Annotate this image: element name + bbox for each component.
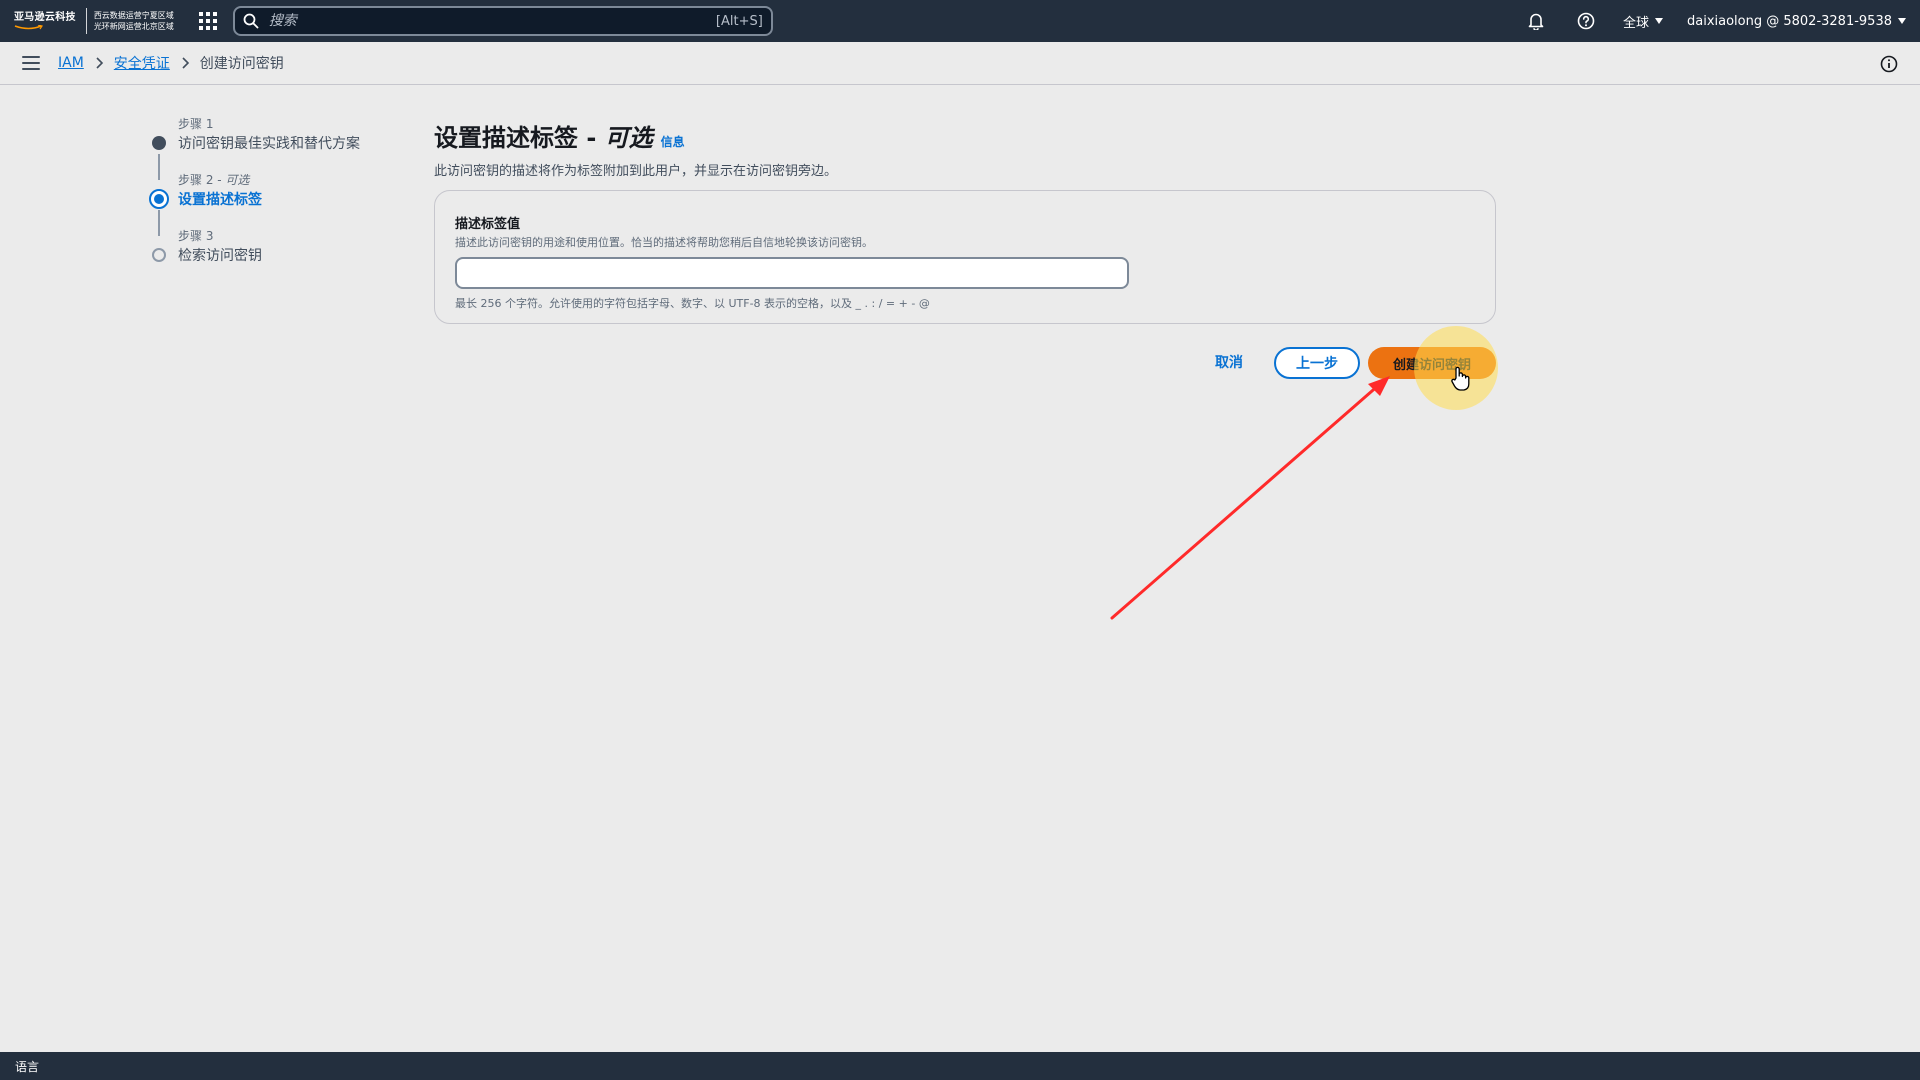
wizard-steps: 步骤 1 访问密钥最佳实践和替代方案 步骤 2 - 可选 设置描述标签 步骤 3… (149, 112, 392, 280)
description-tag-constraint: 最长 256 个字符。允许使用的字符包括字母、数字、以 UTF-8 表示的空格，… (455, 297, 930, 310)
language-selector[interactable]: 语言 (15, 1058, 39, 1075)
main-content: 设置描述标签 - 可选 信息 此访问密钥的描述将作为标签附加到此用户，并显示在访… (434, 118, 1496, 379)
step-2-title: 设置描述标签 (178, 192, 262, 208)
top-navigation-bar: 亚马逊云科技 西云数据运营宁夏区域 光环新网运营北京区域 [Alt+S] (0, 0, 1920, 42)
search-shortcut-hint: [Alt+S] (715, 13, 763, 29)
logo-text: 亚马逊云科技 (14, 12, 76, 23)
wizard-step-1: 步骤 1 访问密钥最佳实践和替代方案 (152, 112, 392, 168)
step-1-title[interactable]: 访问密钥最佳实践和替代方案 (178, 133, 360, 153)
logo-regions: 西云数据运营宁夏区域 光环新网运营北京区域 (94, 10, 174, 32)
step-2-optional: 可选 (225, 173, 250, 187)
caret-down-icon (1898, 18, 1906, 24)
page-title-text: 设置描述标签 - (434, 124, 605, 152)
description-tag-help: 描述此访问密钥的用途和使用位置。恰当的描述将帮助您稍后自信地轮换该访问密钥。 (455, 236, 873, 249)
step-3-label: 步骤 3 (178, 229, 214, 243)
smile-arrow-icon (14, 25, 43, 30)
description-tag-input[interactable] (455, 257, 1129, 289)
step-done-icon (152, 136, 166, 150)
info-panel-icon[interactable] (1880, 55, 1898, 73)
search-input[interactable] (266, 12, 716, 30)
bell-icon (1528, 13, 1544, 30)
info-link[interactable]: 信息 (661, 133, 685, 150)
page-heading: 设置描述标签 - 可选 信息 (434, 118, 1496, 153)
logo-mark: 亚马逊云科技 (14, 12, 76, 30)
page-description: 此访问密钥的描述将作为标签附加到此用户，并显示在访问密钥旁边。 (434, 164, 838, 179)
caret-down-icon (1654, 18, 1663, 24)
region-menu-label: 全球 (1622, 15, 1649, 31)
breadcrumb-iam-link[interactable]: IAM (58, 55, 84, 71)
account-menu[interactable]: daixiaolong @ 5802-3281-9538 (1687, 14, 1906, 29)
region-menu[interactable]: 全球 (1623, 12, 1663, 31)
breadcrumb-bar: IAM 安全凭证 创建访问密钥 (0, 42, 1920, 85)
wizard-step-3: 步骤 3 检索访问密钥 (152, 224, 392, 280)
chevron-right-icon (182, 57, 189, 69)
page-title-optional: 可选 (604, 124, 653, 152)
step-2-number: 步骤 2 - (178, 173, 226, 187)
wizard-actions: 取消 上一步 创建访问密钥 (434, 347, 1496, 381)
logo-region-beijing: 光环新网运营北京区域 (93, 22, 174, 31)
breadcrumb: IAM 安全凭证 创建访问密钥 (58, 53, 284, 73)
navigation-menu-button[interactable] (22, 56, 40, 70)
description-tag-label: 描述标签值 (455, 217, 521, 232)
top-right-controls: 全球 daixiaolong @ 5802-3281-9538 (1511, 0, 1920, 42)
search-icon (243, 13, 259, 29)
wizard-step-2: 步骤 2 - 可选 设置描述标签 (149, 168, 392, 224)
create-access-key-button[interactable]: 创建访问密钥 (1368, 347, 1496, 379)
footer-bar: 语言 (0, 1052, 1920, 1080)
step-active-icon (149, 189, 169, 209)
help-icon (1577, 12, 1595, 30)
logo-divider (85, 8, 87, 34)
hamburger-icon-line (22, 62, 40, 64)
step-3-title: 检索访问密钥 (178, 248, 262, 264)
hamburger-icon-line (22, 56, 40, 58)
logo-region-ningxia: 西云数据运营宁夏区域 (93, 11, 174, 20)
step-2-label: 步骤 2 - 可选 (178, 171, 249, 188)
help-button[interactable] (1576, 11, 1596, 31)
grid-icon (198, 12, 217, 30)
step-1-label: 步骤 1 (178, 117, 214, 131)
search-box[interactable]: [Alt+S] (232, 6, 773, 36)
account-menu-label: daixiaolong @ 5802-3281-9538 (1686, 13, 1892, 29)
breadcrumb-current-page: 创建访问密钥 (199, 56, 284, 72)
services-menu-button[interactable] (194, 7, 222, 35)
logo[interactable]: 亚马逊云科技 西云数据运营宁夏区域 光环新网运营北京区域 (0, 0, 174, 42)
chevron-right-icon (96, 57, 103, 69)
notifications-button[interactable] (1526, 11, 1546, 31)
page-title: 设置描述标签 - 可选 (434, 118, 653, 153)
step-pending-icon (152, 248, 166, 262)
description-tag-panel: 描述标签值 描述此访问密钥的用途和使用位置。恰当的描述将帮助您稍后自信地轮换该访… (434, 190, 1496, 324)
previous-button[interactable]: 上一步 (1274, 347, 1360, 379)
cancel-button[interactable]: 取消 (1215, 352, 1243, 372)
hamburger-icon-line (22, 68, 40, 70)
breadcrumb-security-credentials-link[interactable]: 安全凭证 (114, 53, 170, 73)
